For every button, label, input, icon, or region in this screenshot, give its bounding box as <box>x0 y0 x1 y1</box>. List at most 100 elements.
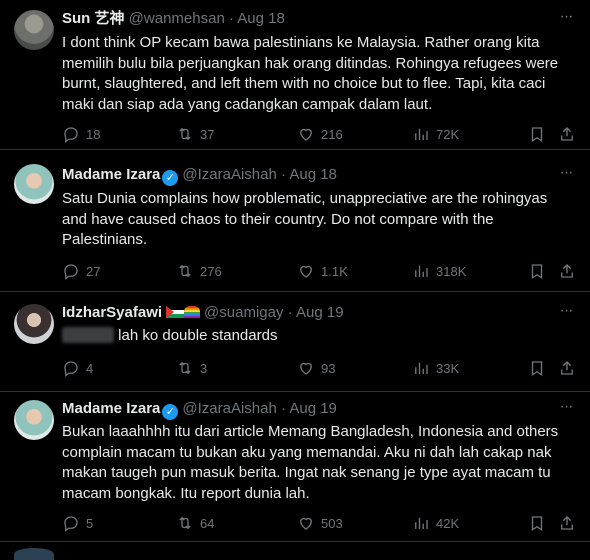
like-count: 503 <box>321 515 343 531</box>
author-name[interactable]: Madame Izara <box>62 400 160 417</box>
views-button[interactable]: 72K <box>412 124 459 144</box>
views-icon <box>415 517 428 529</box>
tweet-text: I dont think OP kecam bawa palestinians … <box>62 34 559 113</box>
tweet-date[interactable]: · Aug 19 <box>288 304 344 321</box>
author-handle[interactable]: @IzaraAishah <box>182 400 276 417</box>
like-button[interactable]: 216 <box>297 124 343 144</box>
view-count: 318K <box>436 263 467 279</box>
heart-icon <box>300 128 312 141</box>
tweet-date[interactable]: · Aug 19 <box>281 400 337 417</box>
more-icon[interactable]: ··· <box>556 165 576 186</box>
like-button[interactable]: 93 <box>297 358 335 378</box>
tweet-text: Bukan laaahhhh itu dari article Memang B… <box>62 423 559 502</box>
bookmark-icon <box>531 264 543 280</box>
views-button[interactable]: 33K <box>412 358 459 378</box>
tweet-4[interactable]: Madame Izara ✓ @IzaraAishah · Aug 19 ··· B… <box>0 392 590 542</box>
tweet-text: lah ko double standards <box>118 327 278 344</box>
reply-count: 5 <box>86 515 94 531</box>
tweet-1[interactable]: Sun 艺神 @wanmehsan · Aug 18 ··· I dont th… <box>0 0 590 150</box>
retweet-icon <box>179 264 191 278</box>
tweet-date[interactable]: · Aug 18 <box>281 166 337 183</box>
view-count: 33K <box>436 360 460 376</box>
author-handle[interactable]: @suamigay <box>204 304 283 321</box>
more-icon[interactable]: ··· <box>556 399 576 420</box>
views-button[interactable]: 318K <box>412 261 466 281</box>
bookmark-icon <box>531 361 543 377</box>
retweet-button[interactable]: 3 <box>176 358 207 378</box>
author-name[interactable]: IdzharSyafawi <box>62 304 162 321</box>
more-icon[interactable]: ··· <box>556 9 576 30</box>
reply-count: 18 <box>86 126 101 142</box>
like-count: 216 <box>321 126 343 142</box>
avatar[interactable] <box>14 400 54 440</box>
author-handle[interactable]: @wanmehsan <box>129 10 225 27</box>
share-icon <box>561 264 573 278</box>
view-count: 72K <box>436 126 460 142</box>
avatar[interactable] <box>14 304 54 344</box>
tweet-text: Satu Dunia complains how problematic, un… <box>62 190 548 248</box>
reply-icon <box>64 264 78 280</box>
like-button[interactable]: 1.1K <box>297 261 348 281</box>
share-icon <box>561 361 573 375</box>
reply-count: 27 <box>86 263 101 279</box>
next-tweet-avatar-partial <box>14 548 54 560</box>
more-icon[interactable]: ··· <box>556 303 576 324</box>
avatar[interactable] <box>14 10 54 50</box>
view-count: 42K <box>436 515 460 531</box>
verified-icon: ✓ <box>162 404 179 420</box>
views-icon <box>415 362 428 374</box>
views-button[interactable]: 42K <box>412 513 459 533</box>
bookmark-button[interactable] <box>528 261 546 281</box>
author-name[interactable]: Sun 艺神 <box>62 10 125 27</box>
redacted-mention <box>62 327 114 343</box>
bookmark-button[interactable] <box>528 513 546 533</box>
views-icon <box>415 265 428 277</box>
bookmark-button[interactable] <box>528 358 546 378</box>
retweet-button[interactable]: 276 <box>176 261 222 281</box>
views-icon <box>415 128 428 140</box>
reply-icon <box>64 361 78 377</box>
avatar[interactable] <box>14 164 54 204</box>
rainbow-flag-icon <box>184 306 201 318</box>
like-count: 1.1K <box>321 263 348 279</box>
tweet-3[interactable]: IdzharSyafawi @suamigay · Aug 19 ··· lah … <box>0 292 590 392</box>
author-handle[interactable]: @IzaraAishah <box>182 166 276 183</box>
tweet-actions: 5 64 503 42K <box>62 513 576 533</box>
retweet-count: 37 <box>200 126 215 142</box>
retweet-button[interactable]: 64 <box>176 513 214 533</box>
share-icon <box>561 516 573 530</box>
bookmark-button[interactable] <box>528 124 546 144</box>
tweet-body: lah ko double standards <box>62 326 576 347</box>
reply-icon <box>64 127 78 143</box>
heart-icon <box>300 517 312 530</box>
retweet-button[interactable]: 37 <box>176 124 214 144</box>
retweet-icon <box>179 361 191 375</box>
share-button[interactable] <box>558 124 576 144</box>
bookmark-icon <box>531 516 543 532</box>
palestine-flag-icon <box>166 306 185 318</box>
verified-icon: ✓ <box>162 170 179 186</box>
retweet-icon <box>179 516 191 530</box>
retweet-count: 3 <box>200 360 208 376</box>
reply-button[interactable]: 27 <box>62 261 100 281</box>
bookmark-icon <box>531 127 543 143</box>
retweet-count: 64 <box>200 515 215 531</box>
heart-icon <box>300 265 312 278</box>
tweet-actions: 27 276 1.1K 318K <box>62 261 576 281</box>
share-button[interactable] <box>558 358 576 378</box>
tweet-2[interactable]: Madame Izara ✓ @IzaraAishah · Aug 18 ··· S… <box>0 150 590 292</box>
author-name[interactable]: Madame Izara <box>62 166 160 183</box>
reply-icon <box>64 516 78 532</box>
reply-button[interactable]: 18 <box>62 124 100 144</box>
tweet-actions: 18 37 216 72K <box>62 124 576 144</box>
share-button[interactable] <box>558 261 576 281</box>
reply-count: 4 <box>86 360 94 376</box>
share-icon <box>561 127 573 141</box>
reply-button[interactable]: 4 <box>62 358 93 378</box>
reply-button[interactable]: 5 <box>62 513 93 533</box>
tweet-actions: 4 3 93 33K <box>62 358 576 378</box>
share-button[interactable] <box>558 513 576 533</box>
tweet-date[interactable]: · Aug 18 <box>229 10 285 27</box>
like-button[interactable]: 503 <box>297 513 343 533</box>
like-count: 93 <box>321 360 336 376</box>
